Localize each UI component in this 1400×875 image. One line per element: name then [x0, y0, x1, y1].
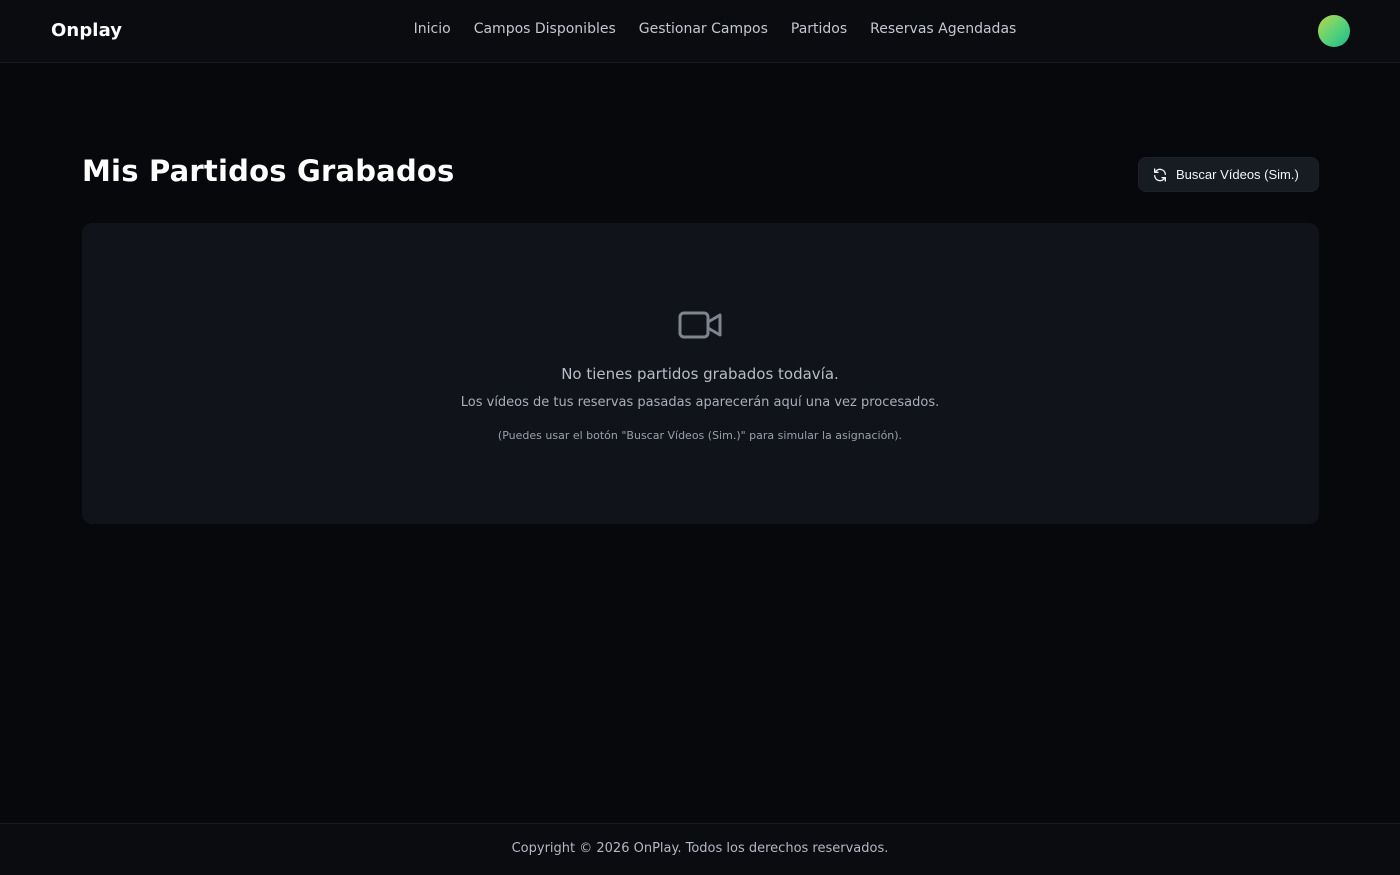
refresh-icon — [1152, 167, 1168, 183]
empty-state-hint: (Puedes usar el botón "Buscar Vídeos (Si… — [497, 429, 903, 442]
nav-link-inicio[interactable]: Inicio — [414, 21, 451, 37]
top-navbar: Onplay Inicio Campos Disponibles Gestion… — [0, 0, 1400, 63]
nav-links: Inicio Campos Disponibles Gestionar Camp… — [414, 21, 1017, 37]
user-avatar[interactable] — [1318, 15, 1350, 47]
nav-link-campos-disponibles[interactable]: Campos Disponibles — [474, 21, 616, 37]
search-videos-button[interactable]: Buscar Vídeos (Sim.) — [1138, 157, 1319, 192]
nav-link-reservas-agendadas[interactable]: Reservas Agendadas — [870, 21, 1016, 37]
empty-state-title: No tienes partidos grabados todavía. — [561, 365, 839, 383]
footer-copyright: Copyright © 2026 OnPlay. Todos los derec… — [511, 841, 889, 856]
nav-link-gestionar-campos[interactable]: Gestionar Campos — [639, 21, 768, 37]
search-videos-label: Buscar Vídeos (Sim.) — [1176, 167, 1299, 182]
page-title: Mis Partidos Grabados — [82, 154, 455, 188]
brand-logo[interactable]: Onplay — [51, 20, 122, 41]
main-nav: Inicio Campos Disponibles Gestionar Camp… — [0, 21, 1400, 37]
video-camera-icon — [676, 306, 724, 344]
empty-state-subtitle: Los vídeos de tus reservas pasadas apare… — [460, 395, 940, 410]
nav-link-partidos[interactable]: Partidos — [791, 21, 847, 37]
footer: Copyright © 2026 OnPlay. Todos los derec… — [0, 823, 1400, 875]
